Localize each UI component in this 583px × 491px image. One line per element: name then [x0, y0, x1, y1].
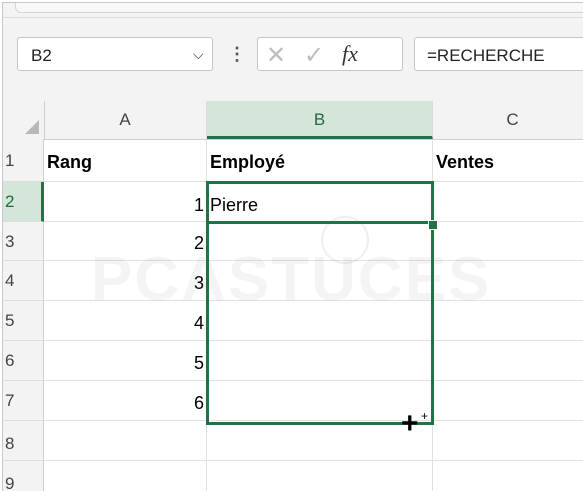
insert-function-icon[interactable]: fx — [342, 41, 358, 67]
cell-c3[interactable] — [433, 222, 583, 261]
cell-a1[interactable]: Rang — [44, 139, 207, 182]
cell-a9[interactable] — [44, 461, 207, 491]
cell-b7[interactable] — [207, 381, 433, 421]
cell-b8[interactable] — [207, 421, 433, 461]
cell-a7[interactable]: 6 — [44, 381, 207, 421]
cell-b6[interactable] — [207, 341, 433, 381]
crosshair-cursor-icon: + — [401, 407, 419, 440]
formula-buttons: ✕ ✓ fx — [257, 37, 403, 71]
formula-input[interactable]: =RECHERCHE — [414, 37, 583, 71]
row-header-9[interactable]: 9 — [3, 461, 44, 491]
cell-c7[interactable] — [433, 381, 583, 421]
enter-check-icon[interactable]: ✓ — [304, 41, 324, 70]
fill-handle[interactable] — [428, 220, 438, 230]
cell-b2[interactable]: Pierre — [207, 182, 433, 222]
cursor-plus-icon: + — [421, 409, 429, 423]
cell-b9[interactable] — [207, 461, 433, 491]
chevron-down-icon[interactable]: ⌵ — [193, 46, 204, 63]
row-header-3[interactable]: 3 — [3, 222, 44, 261]
cell-c2[interactable] — [433, 182, 583, 222]
cell-b4[interactable] — [207, 261, 433, 301]
column-header-row: A B C — [3, 101, 583, 140]
row-header-6[interactable]: 6 — [3, 341, 44, 381]
ribbon-edge — [3, 3, 583, 18]
cell-b5[interactable] — [207, 301, 433, 341]
cell-b3[interactable] — [207, 222, 433, 261]
cell-a3[interactable]: 2 — [44, 222, 207, 261]
cell-a6[interactable]: 5 — [44, 341, 207, 381]
worksheet-grid[interactable]: A B C 1 2 3 4 5 6 7 8 9 Rang Employé Ven… — [3, 101, 583, 491]
cell-c5[interactable] — [433, 301, 583, 341]
cell-a8[interactable] — [44, 421, 207, 461]
column-header-a[interactable]: A — [44, 101, 207, 139]
formula-bar-row: B2 ⌵ ⋮ ✕ ✓ fx =RECHERCHE — [3, 31, 583, 77]
row-header-2[interactable]: 2 — [3, 182, 44, 222]
cell-c8[interactable] — [433, 421, 583, 461]
row-header-1[interactable]: 1 — [3, 139, 44, 182]
cell-c4[interactable] — [433, 261, 583, 301]
row-header-8[interactable]: 8 — [3, 421, 44, 461]
excel-window: B2 ⌵ ⋮ ✕ ✓ fx =RECHERCHE A B C 1 2 3 4 5… — [2, 2, 583, 491]
more-vertical-icon[interactable]: ⋮ — [228, 44, 246, 65]
cell-a2[interactable]: 1 — [44, 182, 207, 222]
cancel-icon[interactable]: ✕ — [266, 41, 286, 70]
cell-a4[interactable]: 3 — [44, 261, 207, 301]
column-header-b[interactable]: B — [207, 101, 433, 139]
name-box[interactable]: B2 ⌵ — [17, 37, 213, 71]
row-header-4[interactable]: 4 — [3, 261, 44, 301]
cell-c6[interactable] — [433, 341, 583, 381]
row-header-5[interactable]: 5 — [3, 301, 44, 341]
row-header-7[interactable]: 7 — [3, 381, 44, 421]
formula-text: =RECHERCHE — [427, 46, 545, 65]
cell-a5[interactable]: 4 — [44, 301, 207, 341]
cell-c1[interactable]: Ventes — [433, 139, 583, 182]
name-box-reference: B2 — [31, 46, 52, 65]
column-header-c[interactable]: C — [433, 101, 583, 139]
cell-b1[interactable]: Employé — [207, 139, 433, 182]
select-all-button[interactable] — [3, 101, 45, 139]
cell-c9[interactable] — [433, 461, 583, 491]
